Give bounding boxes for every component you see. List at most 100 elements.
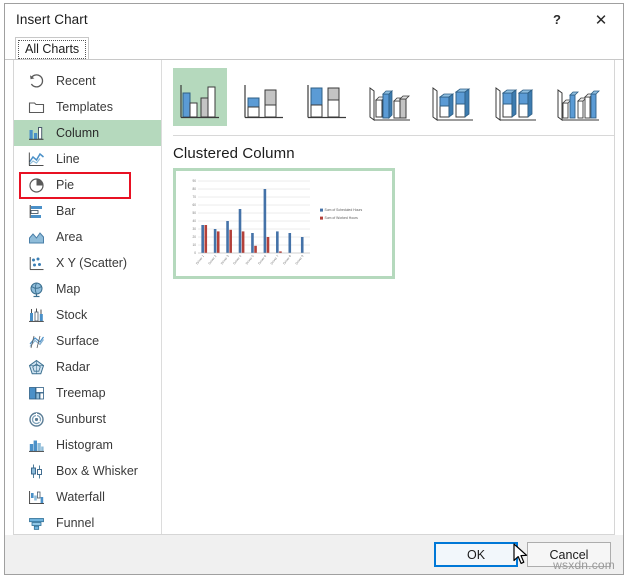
thumbnail-3d-clustered-column[interactable]: [362, 68, 416, 126]
sidebar-item-recent[interactable]: Recent: [14, 68, 161, 94]
line-chart-icon: [28, 152, 44, 166]
radar-chart-icon: [28, 359, 45, 374]
thumbnail-3d-column[interactable]: [551, 68, 605, 126]
sidebar-item-label: Radar: [56, 360, 91, 374]
sidebar-item-radar[interactable]: Radar: [14, 354, 161, 380]
waterfall-chart-icon: [29, 490, 44, 504]
three-d-clustered-column-icon: [369, 87, 410, 121]
sidebar-item-treemap[interactable]: Treemap: [14, 380, 161, 406]
svg-text:20: 20: [192, 235, 196, 239]
thumbnail-3d-stacked-column[interactable]: [425, 68, 479, 126]
sidebar-item-waterfall[interactable]: Waterfall: [14, 484, 161, 510]
sunburst-chart-icon: [29, 411, 44, 427]
sidebar-item-label: Recent: [56, 74, 96, 88]
dialog-content: Recent Templates Column Line Pie Bar Are…: [13, 60, 615, 535]
sidebar-item-label: Column: [56, 126, 100, 140]
thumbnail-separator: [173, 135, 614, 136]
clustered-column-icon: [180, 85, 219, 119]
svg-text:60: 60: [192, 203, 196, 207]
sidebar-item-sunburst[interactable]: Sunburst: [14, 406, 161, 432]
sidebar-item-area[interactable]: Area: [14, 224, 161, 250]
clustered-column-preview-chart: 0102030405060708090 Driver 1 Driver 2 Driv…: [176, 171, 392, 276]
sidebar-item-line[interactable]: Line: [14, 146, 161, 172]
sidebar-item-label: X Y (Scatter): [56, 256, 128, 270]
recent-icon: [30, 73, 44, 88]
three-d-stacked-column-icon: [432, 87, 473, 121]
three-d-column-icon: [557, 89, 600, 121]
sidebar-item-label: Stock: [56, 308, 88, 322]
dialog-footer: OK Cancel wsxdn.com: [5, 535, 623, 574]
chart-preview-box[interactable]: 0 10 20 30 40 50 60 70 80 90 Driver 1 Driver 2 Driv…: [173, 168, 395, 279]
title-bar-buttons: ? ✕: [535, 4, 623, 35]
thumbnail-100-stacked-column[interactable]: [299, 68, 353, 126]
sidebar-item-stock[interactable]: Stock: [14, 302, 161, 328]
svg-text:40: 40: [192, 219, 196, 223]
sidebar-item-templates[interactable]: Templates: [14, 94, 161, 120]
sidebar-item-label: Line: [56, 152, 80, 166]
sidebar-item-bar[interactable]: Bar: [14, 198, 161, 224]
svg-text:Sum of Worked Hours: Sum of Worked Hours: [325, 216, 359, 220]
column-chart-icon: [29, 126, 44, 140]
sidebar-item-funnel[interactable]: Funnel: [14, 510, 161, 534]
treemap-chart-icon: [29, 386, 44, 399]
scatter-chart-icon: [29, 256, 44, 270]
sidebar-item-label: Templates: [56, 100, 113, 114]
sidebar-item-label: Sunburst: [56, 412, 107, 426]
sidebar-item-label: Surface: [56, 334, 100, 348]
svg-text:80: 80: [192, 187, 196, 191]
chart-type-sidebar[interactable]: Recent Templates Column Line Pie Bar Are…: [14, 60, 162, 534]
sidebar-item-label: Box & Whisker: [56, 464, 138, 478]
templates-icon: [28, 101, 45, 113]
sidebar-item-column[interactable]: Column: [14, 120, 161, 146]
sidebar-item-pie[interactable]: Pie: [14, 172, 161, 198]
sidebar-item-label: Treemap: [56, 386, 106, 400]
thumbnail-stacked-column[interactable]: [236, 68, 290, 126]
boxwhisker-chart-icon: [31, 464, 42, 478]
sidebar-item-label: Area: [56, 230, 83, 244]
svg-text:0: 0: [194, 251, 196, 255]
insert-chart-dialog: Insert Chart ? ✕ All Charts Recent Templ…: [4, 3, 624, 575]
tab-all-charts[interactable]: All Charts: [15, 37, 90, 59]
svg-text:90: 90: [192, 179, 196, 183]
histogram-chart-icon: [29, 440, 44, 452]
chart-subtype-thumbnails[interactable]: [173, 68, 614, 126]
sidebar-item-label: Pie: [56, 178, 75, 192]
svg-text:Sum of Scheduled Hours: Sum of Scheduled Hours: [325, 208, 363, 212]
thumbnail-3d-100-stacked-column[interactable]: [488, 68, 542, 126]
sidebar-item-label: Waterfall: [56, 490, 105, 504]
sidebar-item-label: Bar: [56, 204, 76, 218]
hundred-stacked-column-icon: [307, 85, 346, 119]
dialog-title: Insert Chart: [16, 12, 88, 27]
chart-preview-panel: Clustered Column 0 10 20 30 40 50 60 70 80 90 Dri…: [162, 60, 614, 534]
svg-text:30: 30: [192, 227, 196, 231]
sidebar-item-map[interactable]: Map: [14, 276, 161, 302]
three-d-hundred-stacked-column-icon: [495, 87, 536, 121]
tab-strip: All Charts: [5, 35, 623, 60]
map-chart-icon: [30, 282, 43, 297]
cancel-button[interactable]: Cancel: [527, 542, 611, 567]
sidebar-item-surface[interactable]: Surface: [14, 328, 161, 354]
sidebar-item-label: Map: [56, 282, 81, 296]
tab-focus-ring: [18, 40, 87, 59]
stacked-column-icon: [244, 85, 283, 119]
svg-text:70: 70: [192, 195, 196, 199]
help-icon[interactable]: ?: [535, 4, 579, 35]
surface-chart-icon: [29, 335, 44, 348]
title-bar: Insert Chart ? ✕: [5, 4, 623, 35]
sidebar-item-scatter[interactable]: X Y (Scatter): [14, 250, 161, 276]
sidebar-item-label: Histogram: [56, 438, 113, 452]
funnel-chart-icon: [29, 517, 44, 530]
close-icon[interactable]: ✕: [579, 4, 623, 35]
bar-chart-icon: [29, 204, 42, 218]
stock-chart-icon: [29, 308, 44, 322]
svg-text:10: 10: [192, 243, 196, 247]
sidebar-item-box-whisker[interactable]: Box & Whisker: [14, 458, 161, 484]
preview-title: Clustered Column: [173, 145, 295, 162]
area-chart-icon: [29, 231, 44, 243]
thumbnail-clustered-column[interactable]: [173, 68, 227, 126]
svg-text:50: 50: [192, 211, 196, 215]
ok-button[interactable]: OK: [434, 542, 518, 567]
sidebar-item-label: Funnel: [56, 516, 95, 530]
sidebar-item-histogram[interactable]: Histogram: [14, 432, 161, 458]
pie-chart-icon: [29, 177, 44, 193]
